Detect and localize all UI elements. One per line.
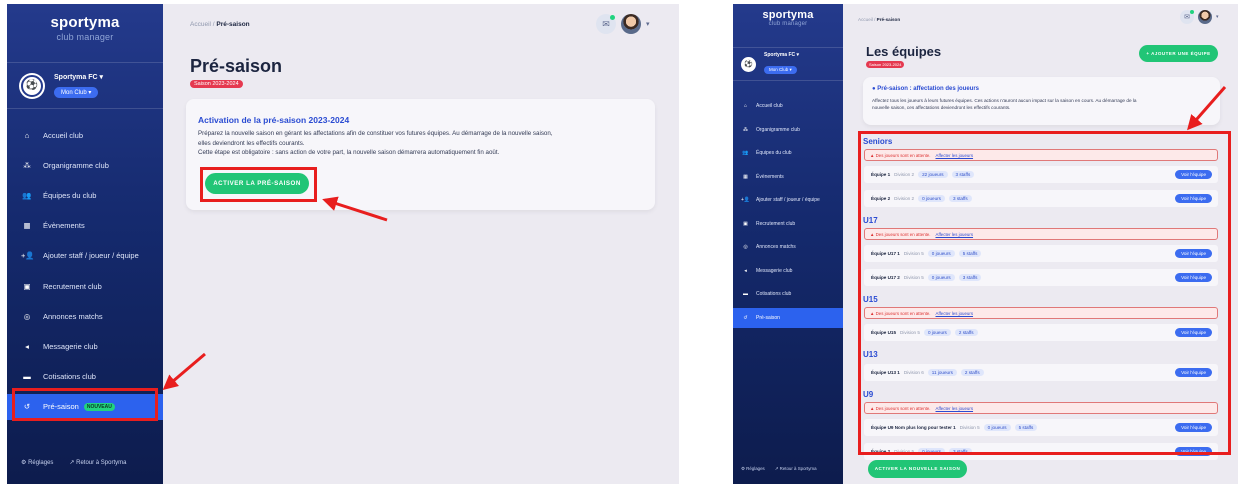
red-arrows [1187, 86, 1227, 131]
arrow-to-teams [1187, 86, 1227, 131]
screenshot-teams-assignment: sportyma club manager ⚽ Sportyma FC ▾ Mo… [733, 4, 1238, 484]
screenshot-pre-season-activation: sportyma club manager ⚽ Sportyma FC ▾ Mo… [7, 4, 679, 484]
red-arrows [162, 196, 388, 390]
arrow-to-nav [162, 352, 206, 390]
arrow-to-button [322, 196, 388, 222]
